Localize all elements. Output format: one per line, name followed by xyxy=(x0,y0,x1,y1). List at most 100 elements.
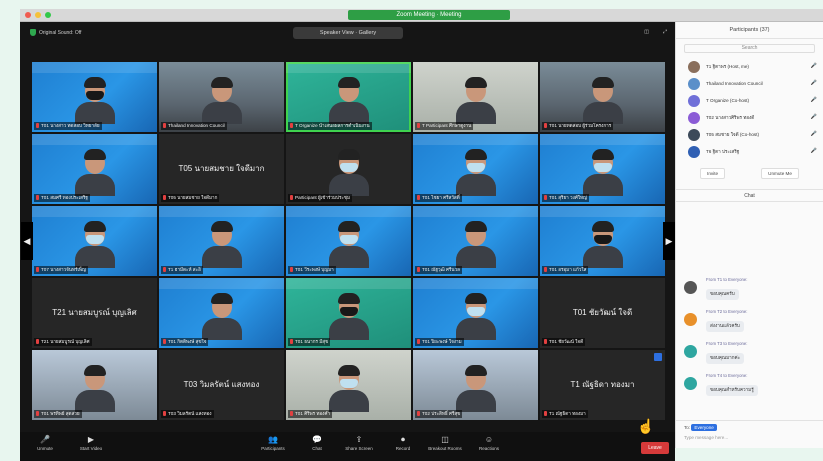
video-tile[interactable]: T02 ประสิทธิ์ ศรีสุข xyxy=(413,350,538,420)
close-window-icon[interactable] xyxy=(25,12,31,18)
participant-body xyxy=(328,102,369,124)
control-button-start-video[interactable]: ▶ Start Video xyxy=(74,436,108,452)
video-tile[interactable]: T01 สุริยา วงศ์ใหญ่ xyxy=(540,134,665,204)
muted-mic-icon[interactable]: 🎤 xyxy=(811,75,817,92)
unmute-me-button[interactable]: Unmute Me xyxy=(761,168,799,179)
video-tile[interactable]: T03 วิมลรัตน์ แสงทอง T03 วิมลรัตน์ แสงทอง xyxy=(159,350,284,420)
muted-mic-icon xyxy=(544,339,547,344)
face-mask xyxy=(339,379,358,388)
video-tile[interactable]: T01 นางสาว ทดสอบ วิทยาลัย xyxy=(32,62,157,132)
avatar xyxy=(684,313,697,326)
chat-message-sender: From T1 to Everyone: xyxy=(706,277,748,282)
participant-body xyxy=(328,174,369,196)
video-tile[interactable]: T01 ศิริพร ทองคำ xyxy=(286,350,411,420)
video-tile[interactable]: T1 ณัฐธิดา ทองมา T1 ณัฐธิดา ทองมา xyxy=(540,350,665,420)
face-mask xyxy=(85,235,104,244)
video-tile[interactable]: T21 นายสมบูรณ์ บุญเลิศ T21 นายสมบูรณ์ บุญ… xyxy=(32,278,157,348)
participant-name-label: T1 ฮามีดะห์ สะอิ xyxy=(161,266,203,274)
video-tile[interactable]: T05 นายสมชาย ใจดีมาก T05 นายสมชาย ใจดีมาก xyxy=(159,134,284,204)
participant-body xyxy=(74,246,115,268)
video-tile[interactable]: T01 ไชยา ศรีสวัสดิ์ xyxy=(413,134,538,204)
face-mask xyxy=(466,307,485,316)
participant-video xyxy=(455,292,496,340)
participant-video xyxy=(328,76,369,124)
participant-body xyxy=(455,246,496,268)
muted-mic-icon[interactable]: 🎤 xyxy=(811,58,817,75)
chat-input-area[interactable]: To: Everyone Type message here... xyxy=(676,420,823,448)
participant-name-text: T1 ฮามีดะห์ สะอิ xyxy=(168,267,201,272)
control-button-chat[interactable]: 💬 Chat xyxy=(300,436,334,452)
video-tile[interactable]: T01 นายทดสอบ ผู้ร่วมโครงการ xyxy=(540,62,665,132)
fullscreen-icon[interactable]: ⤢ xyxy=(663,29,667,35)
avatar xyxy=(688,95,700,107)
video-tile[interactable]: T01 พรทิพย์ สุดสวย xyxy=(32,350,157,420)
participant-row[interactable]: T6 ฐิตา ประเสริฐ 🎤 xyxy=(676,143,823,160)
muted-mic-icon xyxy=(36,267,39,272)
control-button-participants[interactable]: 👥 Participants xyxy=(256,436,290,452)
meeting-info[interactable]: Original Sound: Off xyxy=(30,29,81,36)
participant-row[interactable]: T02 นางสาวศิริพร ทองดี 🎤 xyxy=(676,109,823,126)
participant-hair xyxy=(464,293,487,304)
participant-name-text: T21 นายสมบูรณ์ บุญเลิศ xyxy=(41,339,90,344)
expand-icon[interactable] xyxy=(654,353,662,361)
control-button-unmute[interactable]: 🎤 Unmute xyxy=(28,436,62,452)
video-tile[interactable]: T Participant ศึกษาดูงาน xyxy=(413,62,538,132)
control-label: Participants xyxy=(261,446,285,451)
control-button-record[interactable]: ⏺ Record xyxy=(386,436,420,452)
video-tile[interactable]: T01 ชัยวัฒน์ ใจดี T01 ชัยวัฒน์ ใจดี xyxy=(540,278,665,348)
participant-hair xyxy=(337,149,360,160)
previous-page-button[interactable]: ◀ xyxy=(21,222,33,260)
view-switcher[interactable]: Speaker View · Gallery xyxy=(293,27,403,39)
video-tile[interactable]: T1 ฮามีดะห์ สะอิ xyxy=(159,206,284,276)
muted-mic-icon xyxy=(290,411,293,416)
chat-message-sender: From T4 to Everyone: xyxy=(706,373,748,378)
avatar xyxy=(684,377,697,390)
participant-row-name: Thailand Innovation Council xyxy=(706,81,763,86)
gallery-layout-icon[interactable]: ◫ xyxy=(644,29,649,35)
participant-video xyxy=(201,220,242,268)
minimize-window-icon[interactable] xyxy=(35,12,41,18)
participant-body xyxy=(455,174,496,196)
video-tile[interactable]: T01 วีระพงษ์ บุญมา xyxy=(286,206,411,276)
control-button-share-screen[interactable]: ⇪ Share Screen xyxy=(342,436,376,452)
maximize-window-icon[interactable] xyxy=(45,12,51,18)
next-page-button[interactable]: ▶ xyxy=(663,222,675,260)
muted-mic-icon[interactable]: 🎤 xyxy=(811,126,817,143)
muted-mic-icon[interactable]: 🎤 xyxy=(811,92,817,109)
video-tile[interactable]: T01 กิตติพงษ์ สุขใจ xyxy=(159,278,284,348)
video-tile[interactable]: T01 สมศรี ทองประเสริฐ xyxy=(32,134,157,204)
muted-mic-icon xyxy=(290,195,293,200)
video-tile[interactable]: T01 ณัฐวุฒิ ศรีนวล xyxy=(413,206,538,276)
participant-row[interactable]: T1 ฐิตาพร (Host, me) 🎤 xyxy=(676,58,823,75)
participant-actions: Invite Unmute Me xyxy=(682,168,817,179)
video-tile[interactable]: T Organize นำเสนอผลการดำเนินงาน xyxy=(286,62,411,132)
participant-name-label: T01 สุริยา วงศ์ใหญ่ xyxy=(542,194,589,202)
control-button-reactions[interactable]: ☺ Reactions xyxy=(472,436,506,452)
participant-row[interactable]: Thailand Innovation Council 🎤 xyxy=(676,75,823,92)
invite-button[interactable]: Invite xyxy=(700,168,726,179)
face-mask xyxy=(466,163,485,172)
chat-recipient-dropdown[interactable]: Everyone xyxy=(691,424,717,431)
participant-name-text: T1 ณัฐธิดา ทองมา xyxy=(549,411,586,416)
participant-search-input[interactable]: Search xyxy=(684,44,815,53)
leave-button[interactable]: Leave xyxy=(641,442,669,454)
participant-name-label: T Organize นำเสนอผลการดำเนินงาน xyxy=(288,122,372,130)
video-tile[interactable]: T01 ปิยะพงษ์ ใจงาม xyxy=(413,278,538,348)
video-tile[interactable]: Thailand Innovation Council xyxy=(159,62,284,132)
control-button-breakout-rooms[interactable]: ◫ Breakout Rooms xyxy=(428,436,462,452)
participant-row[interactable]: T05 สมชาย ใจดี (Co-host) 🎤 xyxy=(676,126,823,143)
muted-mic-icon xyxy=(290,123,293,128)
video-tile[interactable]: T07 นางสาวจันทร์เพ็ญ xyxy=(32,206,157,276)
control-label: Unmute xyxy=(37,446,53,451)
participant-row[interactable]: T Organize (Co-host) 🎤 xyxy=(676,92,823,109)
chat-message-field[interactable]: Type message here... xyxy=(684,435,816,440)
muted-mic-icon[interactable]: 🎤 xyxy=(811,109,817,126)
control-label: Share Screen xyxy=(345,446,373,451)
video-tile[interactable]: T01 ธนากร มีสุข xyxy=(286,278,411,348)
video-tile[interactable]: Participant ผู้เข้าร่วมประชุม xyxy=(286,134,411,204)
participant-name-label: T02 ประสิทธิ์ ศรีสุข xyxy=(415,410,463,418)
video-tile[interactable]: T01 อรอุมา แก้วใส xyxy=(540,206,665,276)
muted-mic-icon[interactable]: 🎤 xyxy=(811,143,817,160)
participant-name-label: T01 ณัฐวุฒิ ศรีนวล xyxy=(415,266,462,274)
video-gallery: T01 นางสาว ทดสอบ วิทยาลัย Thailand Innova… xyxy=(32,62,665,420)
